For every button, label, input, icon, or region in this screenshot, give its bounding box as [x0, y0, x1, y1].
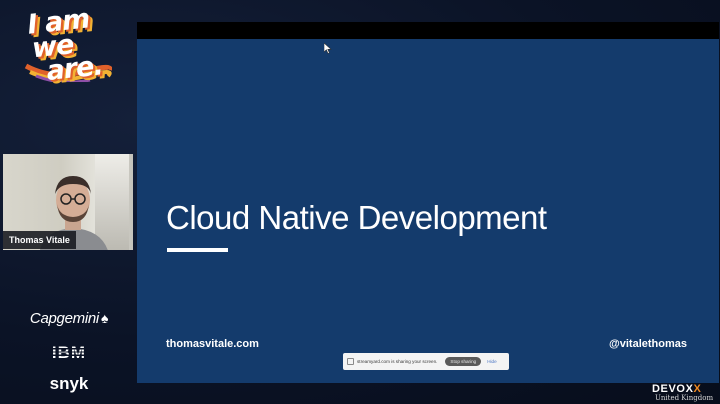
logo-line-3: are. — [44, 50, 104, 87]
sponsor-capgemini: Capgemini ♠ — [0, 310, 138, 327]
share-screen-icon — [347, 358, 354, 365]
sponsor-capgemini-text: Capgemini — [29, 310, 99, 327]
event-logo: I am we are. — [20, 3, 116, 87]
slide-website: thomasvitale.com — [166, 338, 259, 350]
sponsor-snyk: snyk — [49, 374, 89, 393]
slide-title: Cloud Native Development — [166, 199, 547, 236]
share-message: streamyard.com is sharing your screen. — [357, 359, 438, 364]
logo-text: I am we are. — [26, 3, 104, 87]
slide-handle: @vitalethomas — [609, 338, 687, 350]
hide-share-bar-button[interactable]: Hide — [487, 359, 496, 364]
sponsor-ibm: IBM — [0, 343, 138, 363]
stop-sharing-button[interactable]: Stop sharing — [445, 357, 482, 366]
screen-share-bar: streamyard.com is sharing your screen. S… — [343, 353, 509, 370]
presentation-slide: Cloud Native Development thomasvitale.co… — [137, 39, 719, 383]
shared-screen: Cloud Native Development thomasvitale.co… — [137, 22, 719, 383]
slide-title-underline — [167, 248, 228, 252]
spade-icon: ♠ — [100, 310, 109, 326]
speaker-name-label: Thomas Vitale — [3, 231, 76, 249]
mouse-cursor-icon — [324, 43, 332, 54]
devoxx-subtitle: United Kingdom — [655, 394, 714, 402]
